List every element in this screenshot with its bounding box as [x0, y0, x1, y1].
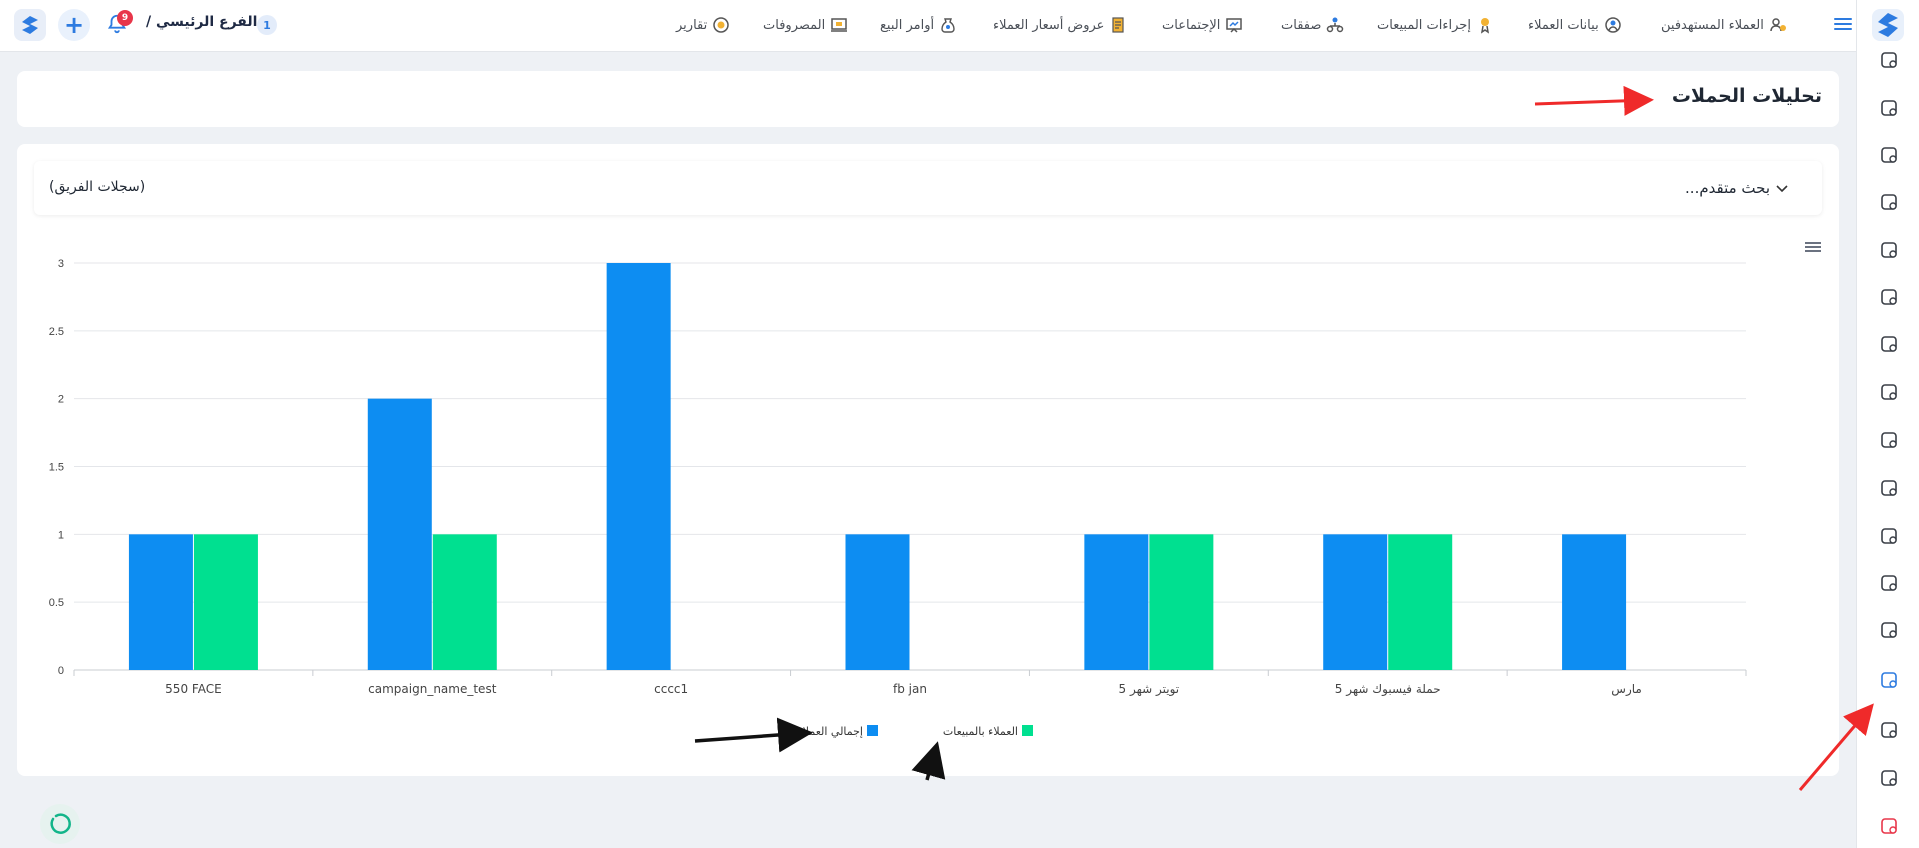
loading-spinner-icon: [40, 804, 80, 844]
bar-total-customers: [606, 263, 671, 670]
x-tick-label: حملة فيسبوك شهر 5: [1335, 682, 1441, 697]
bar-total-customers: [845, 534, 910, 670]
y-tick-label: 2.5: [49, 326, 64, 338]
x-tick-label: 550 FACE: [165, 682, 221, 696]
legend-swatch: [1022, 725, 1033, 736]
y-tick-label: 0: [58, 665, 64, 677]
y-tick-label: 2: [58, 394, 64, 406]
legend-label: العملاء بالمبيعات: [943, 725, 1018, 738]
legend-label: إجمالي العملاء: [798, 725, 863, 738]
bar-sales-customers: [1388, 534, 1453, 670]
bar-chart: 0 0.5 1 1.5 2 2.5 3 550 FACE campaign_name_test c…: [49, 258, 1747, 738]
x-tick-label: fb jan: [893, 682, 927, 696]
bar-sales-customers: [432, 534, 497, 670]
bar-total-customers: [1323, 534, 1388, 670]
y-tick-label: 1: [58, 529, 64, 541]
bar-total-customers: [1084, 534, 1149, 670]
x-tick-label: تويتر شهر 5: [1119, 682, 1180, 697]
bar-total-customers: [128, 534, 193, 670]
bar-sales-customers: [1149, 534, 1214, 670]
bar-sales-customers: [193, 534, 258, 670]
x-tick-label: مارس: [1611, 682, 1642, 697]
x-tick-label: cccc1: [654, 682, 688, 696]
y-tick-label: 0.5: [49, 597, 64, 609]
x-tick-label: campaign_name_test: [368, 682, 497, 696]
y-tick-label: 3: [58, 258, 64, 270]
y-tick-label: 1.5: [49, 462, 64, 474]
bar-total-customers: [1562, 534, 1627, 670]
legend-swatch: [867, 725, 878, 736]
bar-total-customers: [367, 398, 432, 670]
